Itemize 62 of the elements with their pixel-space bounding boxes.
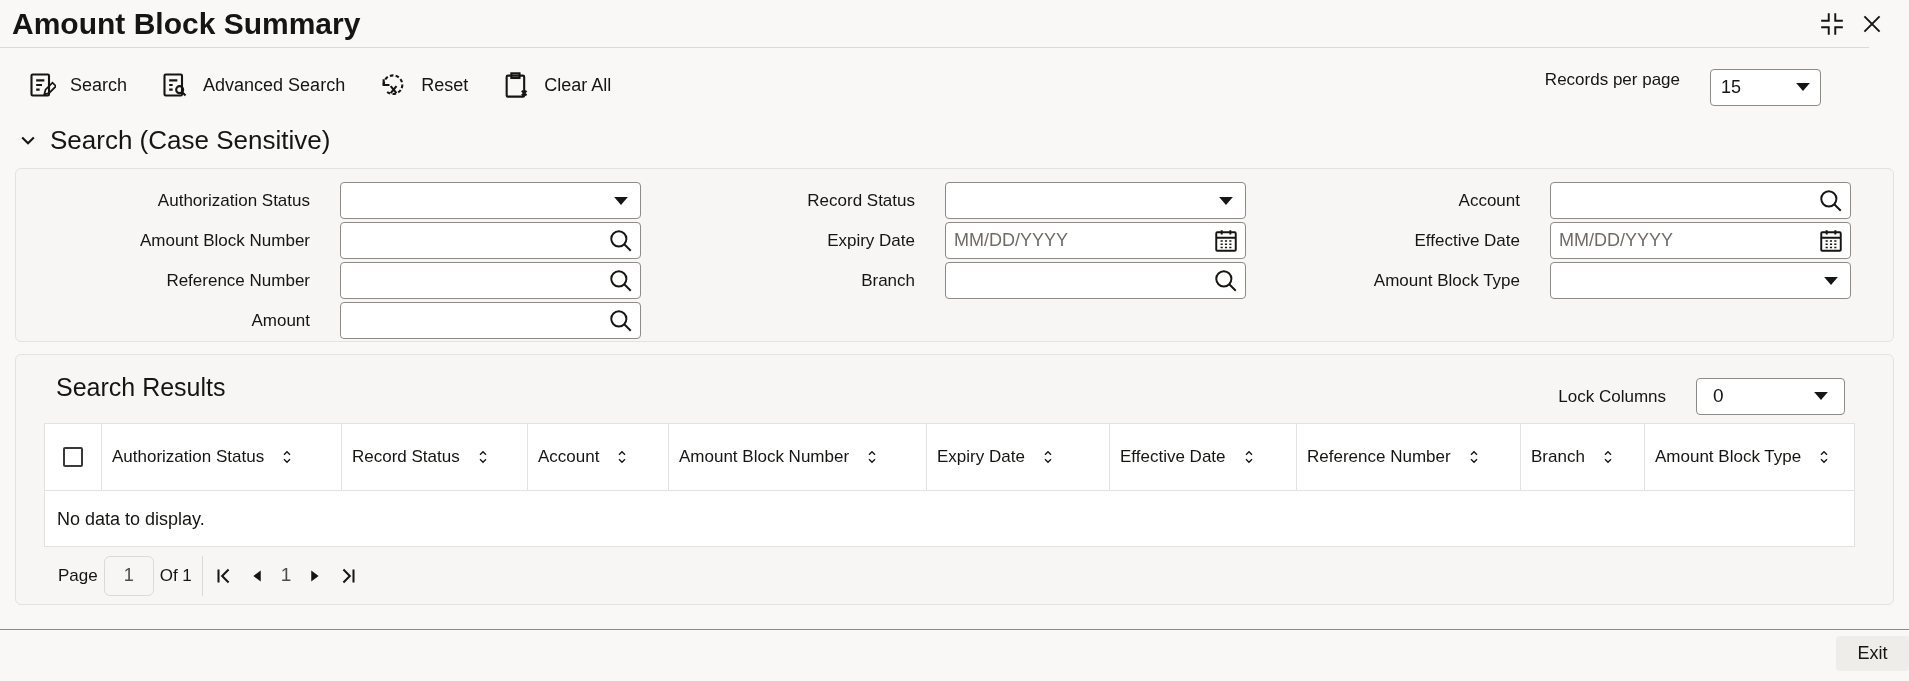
search-icon (608, 267, 634, 294)
page-count: Of 1 (159, 555, 203, 596)
field-label: Record Status (806, 189, 915, 212)
toolbar-button[interactable]: Reset (379, 71, 469, 99)
caret-down-icon (1796, 83, 1810, 91)
select-all-checkbox[interactable] (63, 446, 83, 467)
lookup-field[interactable] (945, 262, 1246, 299)
minimize-button[interactable] (1819, 10, 1845, 37)
toolbar-button[interactable]: Advanced Search (161, 71, 346, 99)
search-icon (608, 227, 634, 254)
search-section-toggle[interactable]: Search (Case Sensitive) (0, 122, 349, 158)
records-per-page-label: Records per page (1544, 68, 1680, 91)
column-header[interactable]: Account (528, 423, 669, 490)
field-label: Account (1457, 189, 1520, 212)
lookup-field[interactable] (340, 302, 641, 339)
column-header[interactable]: Authorization Status (102, 423, 342, 490)
column-header[interactable]: Branch (1521, 423, 1645, 490)
calendar-icon (1818, 227, 1844, 254)
results-title: Search Results (55, 371, 226, 403)
current-page: 1 (280, 563, 292, 588)
calendar-icon (1213, 227, 1239, 254)
toolbar-button[interactable]: Search (28, 71, 128, 99)
dropdown-field[interactable] (1550, 262, 1851, 299)
field-label: Amount (250, 309, 310, 332)
field-label: Effective Date (1413, 229, 1520, 252)
records-per-page-select[interactable]: 15 (1710, 68, 1821, 106)
window-title: Amount Block Summary (12, 6, 361, 42)
toolbar-button[interactable]: Clear All (502, 71, 612, 99)
field-label: Reference Number (165, 269, 310, 292)
page-input[interactable]: 1 (103, 555, 154, 596)
exit-button[interactable]: Exit (1836, 636, 1909, 671)
lookup-field[interactable] (340, 222, 641, 259)
lock-columns-label: Lock Columns (1558, 385, 1666, 408)
column-header[interactable]: Expiry Date (927, 423, 1110, 490)
search-icon (28, 71, 56, 99)
column-header[interactable]: Reference Number (1297, 423, 1521, 490)
dropdown-field[interactable] (945, 182, 1246, 219)
search-icon (608, 307, 634, 334)
caret-down-icon (1824, 276, 1838, 285)
lock-columns-select[interactable]: 0 (1696, 377, 1845, 415)
lookup-field[interactable] (340, 262, 641, 299)
column-header[interactable]: Amount Block Number (669, 423, 927, 490)
column-header[interactable]: Amount Block Type (1645, 423, 1854, 490)
field-label: Amount Block Number (138, 229, 310, 252)
page-label: Page (58, 564, 98, 587)
field-label: Expiry Date (826, 229, 915, 252)
field-label: Authorization Status (156, 189, 310, 212)
dropdown-field[interactable] (340, 182, 641, 219)
caret-down-icon (1814, 392, 1828, 401)
caret-down-icon (614, 196, 628, 205)
column-header[interactable]: Record Status (342, 423, 528, 490)
empty-message: No data to display. (57, 508, 205, 532)
column-header[interactable]: Effective Date (1110, 423, 1297, 490)
search-icon (1213, 267, 1239, 294)
date-field[interactable]: MM/DD/YYYY (945, 222, 1246, 259)
search-icon (1818, 187, 1844, 214)
lookup-field[interactable] (1550, 182, 1851, 219)
field-label: Amount Block Type (1372, 269, 1520, 292)
field-label: Branch (860, 269, 915, 292)
caret-down-icon (1219, 196, 1233, 205)
date-field[interactable]: MM/DD/YYYY (1550, 222, 1851, 259)
collapse-icon (1819, 10, 1845, 37)
